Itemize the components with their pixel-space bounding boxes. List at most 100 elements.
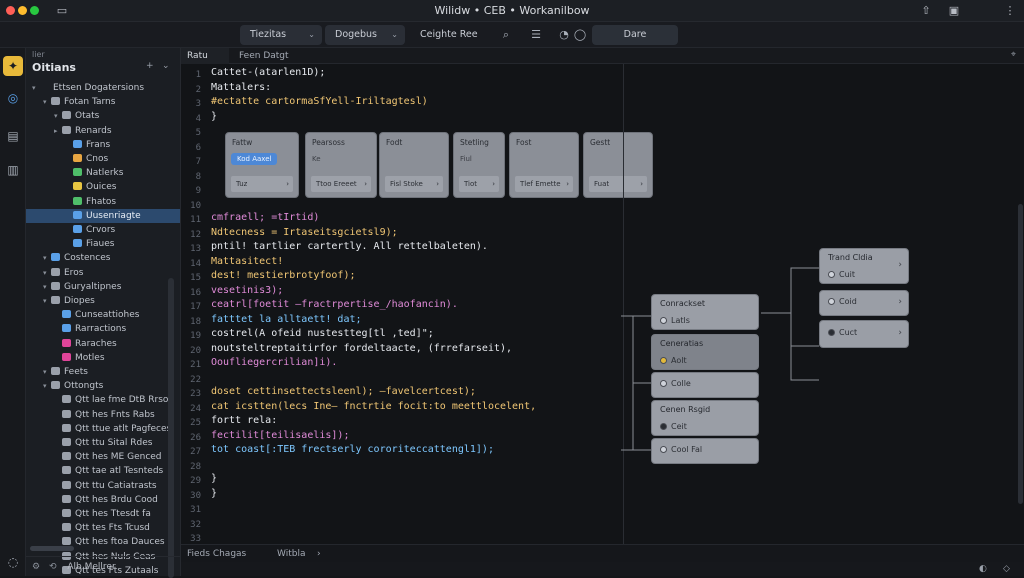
twisty-icon[interactable]: ▾ xyxy=(43,365,51,379)
folder-icon xyxy=(51,97,60,106)
dare-button[interactable]: Dare xyxy=(592,25,678,45)
ceighte-label: Ceighte Ree xyxy=(420,29,478,40)
editor-area: Ratu Feen Datgt ⌖ 1 2 3 4 5 6 7 8 9 10 11 12 13 14 15 1… xyxy=(181,48,1024,576)
graph-node[interactable]: Trand Cldia Cuit › xyxy=(819,248,909,284)
card-field[interactable]: Tiot › xyxy=(459,176,499,192)
horizontal-scrollbar[interactable] xyxy=(30,546,74,551)
line-number: 10 xyxy=(190,200,201,211)
account-icon[interactable]: ◌ xyxy=(3,552,23,572)
node-detail: Cuct xyxy=(828,328,857,337)
tree-item[interactable]: Qtt lae fme DtB Rrsoc xyxy=(26,393,180,407)
card[interactable]: Fattw Kod Aaxel Tuz › xyxy=(225,132,299,198)
tree-item[interactable]: ▾ Guryaltipnes xyxy=(26,280,180,294)
card-field[interactable]: Tlef Emette › xyxy=(515,176,573,192)
notifications-icon[interactable]: ◐ xyxy=(979,562,987,576)
tree-item[interactable]: Qtt tes Fts Tcusd xyxy=(26,521,180,535)
graph-node[interactable]: Cuct › xyxy=(819,320,909,348)
tree-item[interactable]: Raraches xyxy=(26,337,180,351)
tree-item[interactable]: Ouices xyxy=(26,180,180,194)
tree-item[interactable]: Qtt ttu Sital Rdes xyxy=(26,436,180,450)
twisty-icon[interactable]: ▸ xyxy=(54,124,62,138)
tree-item[interactable]: Natlerks xyxy=(26,166,180,180)
search-icon[interactable]: ⌕ xyxy=(498,27,514,43)
pin-icon[interactable]: ⌖ xyxy=(1011,50,1016,60)
graph-node[interactable]: Conrackset Latls xyxy=(651,294,759,330)
twisty-icon[interactable]: ▾ xyxy=(43,379,51,393)
dogebus-dropdown[interactable]: Dogebus ⌄ xyxy=(325,25,405,45)
tree-item[interactable]: Motles xyxy=(26,351,180,365)
documents-icon[interactable]: ▥ xyxy=(3,160,23,180)
tree-item[interactable]: ▾ Ottongts xyxy=(26,379,180,393)
source-control-icon[interactable]: ◎ xyxy=(3,88,23,108)
bell-icon[interactable]: ◇ xyxy=(1003,562,1010,576)
card[interactable]: Stetling Fiul Tiot › xyxy=(453,132,505,198)
tree-item[interactable]: Cunseattiohes xyxy=(26,308,180,322)
graph-node[interactable]: Ceneratias Aolt xyxy=(651,334,759,370)
ceighte-button[interactable]: Ceighte Ree xyxy=(410,25,488,45)
tree-item[interactable]: ▾ Eros xyxy=(26,266,180,280)
sync-icon[interactable]: ⟲ xyxy=(49,562,57,572)
tree-item[interactable]: Qtt ttue atlt Pagfeces xyxy=(26,422,180,436)
tab-witbla[interactable]: Witbla xyxy=(277,545,305,563)
editor-scrollbar[interactable] xyxy=(1018,204,1023,504)
card[interactable]: Fodt Fisl Stoke › xyxy=(379,132,449,198)
graph-node[interactable]: Coid › xyxy=(819,290,909,316)
tree-item[interactable]: Cnos xyxy=(26,152,180,166)
card-field[interactable]: Ttoo Ereeet › xyxy=(311,176,371,192)
extensions-icon[interactable]: ▤ xyxy=(3,126,23,146)
split-view-icon[interactable]: ▣ xyxy=(946,3,962,19)
tree-item[interactable]: Qtt hes ME Genced xyxy=(26,450,180,464)
card-field[interactable]: Fuat › xyxy=(589,176,647,192)
refresh-icon[interactable]: ◔ xyxy=(556,27,572,43)
twisty-icon[interactable]: ▾ xyxy=(43,251,51,265)
tiezitas-dropdown[interactable]: Tiezitas ⌄ xyxy=(240,25,322,45)
twisty-icon[interactable]: ▾ xyxy=(43,266,51,280)
new-file-icon[interactable]: + xyxy=(146,61,154,71)
card-field[interactable]: Fisl Stoke › xyxy=(385,176,443,192)
tab-ratu[interactable]: Ratu xyxy=(181,48,229,64)
tree-item[interactable]: ▾ Ettsen Dogatersions xyxy=(26,81,180,95)
tree-item[interactable]: Qtt ttu Catiatrasts xyxy=(26,479,180,493)
tree-item[interactable]: ▸ Renards xyxy=(26,124,180,138)
card[interactable]: Pearsoss Ke Ttoo Ereeet › xyxy=(305,132,377,198)
twisty-icon[interactable]: ▾ xyxy=(43,95,51,109)
graph-node[interactable]: Cenen Rsgid Ceit xyxy=(651,400,759,436)
card[interactable]: Gestt Fuat › xyxy=(583,132,653,198)
tree-item[interactable]: Fiaues xyxy=(26,237,180,251)
tree-item[interactable]: ▾ Costences xyxy=(26,251,180,265)
twisty-icon[interactable]: ▾ xyxy=(43,280,51,294)
tab-fieds-chagas[interactable]: Fieds Chagas xyxy=(187,545,246,563)
explorer-icon[interactable]: ✦ xyxy=(3,56,23,76)
sidebar-scrollbar[interactable] xyxy=(168,278,174,578)
tab-feen-datgt[interactable]: Feen Datgt xyxy=(233,48,295,64)
chevron-right-icon[interactable]: › xyxy=(317,545,321,563)
card-field[interactable]: Tuz › xyxy=(231,176,293,192)
share-icon[interactable]: ⇧ xyxy=(918,3,934,19)
tree-item[interactable]: Qtt hes Fnts Rabs xyxy=(26,408,180,422)
collapse-icon[interactable]: ⌄ xyxy=(162,61,170,71)
tree-item[interactable]: Qtt hes Ttesdt fa xyxy=(26,507,180,521)
graph-node[interactable]: Colle xyxy=(651,372,759,398)
more-icon[interactable]: ⋮ xyxy=(1002,3,1018,19)
twisty-icon[interactable]: ▾ xyxy=(43,294,51,308)
tree-item[interactable]: ▾ Otats xyxy=(26,109,180,123)
tree-item[interactable]: Crvors xyxy=(26,223,180,237)
card[interactable]: Fost Tlef Emette › xyxy=(509,132,579,198)
list-icon[interactable]: ☰ xyxy=(528,27,544,43)
tree-item[interactable]: Fhatos xyxy=(26,195,180,209)
twisty-icon[interactable]: ▾ xyxy=(54,109,62,123)
graph-node[interactable]: Cool Fal xyxy=(651,438,759,464)
sidebar: lier Oitians + ⌄ ▾ Ettsen Dogatersions ▾ Fo… xyxy=(26,48,181,578)
settings-icon[interactable]: ⚙ xyxy=(32,562,40,572)
tree-item[interactable]: Rarractions xyxy=(26,322,180,336)
history-icon[interactable]: ◯ xyxy=(572,27,588,43)
tree-item[interactable]: Uusenriagte xyxy=(26,208,180,223)
tree-item[interactable]: Qtt tae atl Tesnteds xyxy=(26,464,180,478)
tree-item[interactable]: Frans xyxy=(26,138,180,152)
tree-item[interactable]: ▾ Fotan Tarns xyxy=(26,95,180,109)
tree-item[interactable]: ▾ Diopes xyxy=(26,294,180,308)
card-chip[interactable]: Kod Aaxel xyxy=(231,153,278,165)
tree-item[interactable]: Qtt hes Brdu Cood xyxy=(26,493,180,507)
tree-item[interactable]: ▾ Feets xyxy=(26,365,180,379)
twisty-icon[interactable]: ▾ xyxy=(32,81,40,95)
